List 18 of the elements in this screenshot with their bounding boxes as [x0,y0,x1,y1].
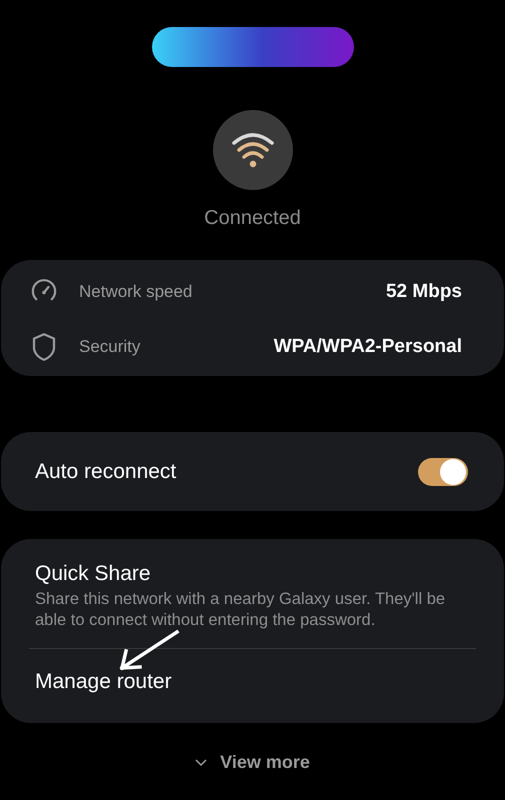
shield-icon [31,332,57,362]
option-title: Quick Share [35,561,152,587]
annotation-arrow [118,629,180,671]
detail-label: Security [79,336,142,356]
option-item[interactable]: Manage router [29,667,476,697]
detail-label: Network speed [79,282,194,302]
toggle-switch[interactable] [418,458,468,486]
auto-reconnect-row[interactable]: Auto reconnect [1,432,504,511]
option-description: Share this network with a nearby Galaxy user. They'll be able to connect without entering the password. [35,589,446,631]
chevron-down-icon [195,758,208,766]
option-title: Manage router [35,669,173,695]
connection-status: Connected [204,207,301,230]
auto-reconnect-label: Auto reconnect [35,460,178,484]
wifi-icon [212,110,292,190]
view-more-button[interactable]: View more [195,752,310,773]
detail-value: 52 Mbps [386,280,462,302]
detail-value: WPA/WPA2-Personal [274,336,462,358]
option-item[interactable]: Quick Share Share this network with a nearby Galaxy user. They'll be able to connect without entering the password. [29,559,476,631]
